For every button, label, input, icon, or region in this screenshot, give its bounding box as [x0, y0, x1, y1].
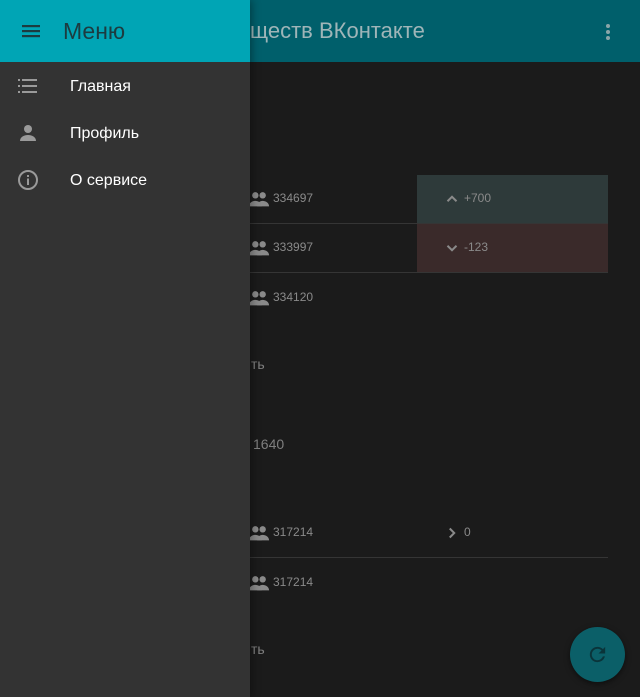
people-icon	[248, 189, 270, 209]
refresh-fab[interactable]	[570, 627, 625, 682]
member-delta: 0	[464, 525, 471, 539]
nav-item-about[interactable]: О сервисе	[0, 157, 250, 203]
chevron-down-icon	[443, 239, 461, 257]
more-vert-icon[interactable]	[596, 20, 620, 44]
group-row[interactable]: 333997 -123	[246, 224, 608, 273]
chevron-right-icon	[443, 524, 461, 542]
button-label-fragment[interactable]: ть	[251, 641, 265, 657]
navigation-drawer: Меню Главная Профиль О сервисе	[0, 0, 250, 697]
person-icon	[16, 121, 40, 145]
member-count: 334120	[273, 290, 314, 304]
member-delta: -123	[464, 240, 489, 254]
member-count: 317214	[273, 525, 314, 539]
member-delta: +700	[464, 191, 492, 205]
people-icon	[248, 573, 270, 593]
member-count: 317214	[273, 575, 314, 589]
nav-item-home[interactable]: Главная	[0, 63, 250, 109]
people-icon	[248, 288, 270, 308]
people-icon	[248, 523, 270, 543]
menu-icon[interactable]	[18, 19, 44, 43]
chevron-up-icon	[443, 190, 461, 208]
button-label-fragment[interactable]: ть	[251, 356, 265, 372]
member-count: 334697	[273, 191, 314, 205]
group-row[interactable]: 334120	[246, 274, 608, 322]
drawer-title: Меню	[63, 18, 126, 44]
nav-item-label: Профиль	[70, 125, 140, 142]
group-row[interactable]: 334697 +700	[246, 175, 608, 224]
member-count: 333997	[273, 240, 314, 254]
count-fragment: 1640	[253, 436, 285, 452]
people-icon	[248, 238, 270, 258]
app-title: ществ ВКонтакте	[250, 18, 425, 43]
nav-item-label: О сервисе	[70, 172, 148, 189]
delta-cell-up: +700	[417, 175, 608, 223]
group-row[interactable]: 317214 0	[246, 509, 608, 558]
group-row[interactable]: 317214	[246, 559, 608, 607]
info-icon	[16, 168, 40, 192]
drawer-header: Меню	[0, 0, 250, 62]
nav-item-profile[interactable]: Профиль	[0, 110, 250, 156]
list-icon	[16, 74, 40, 98]
delta-cell-down: -123	[417, 224, 608, 272]
nav-item-label: Главная	[70, 78, 131, 95]
delta-cell: 0	[417, 509, 608, 557]
